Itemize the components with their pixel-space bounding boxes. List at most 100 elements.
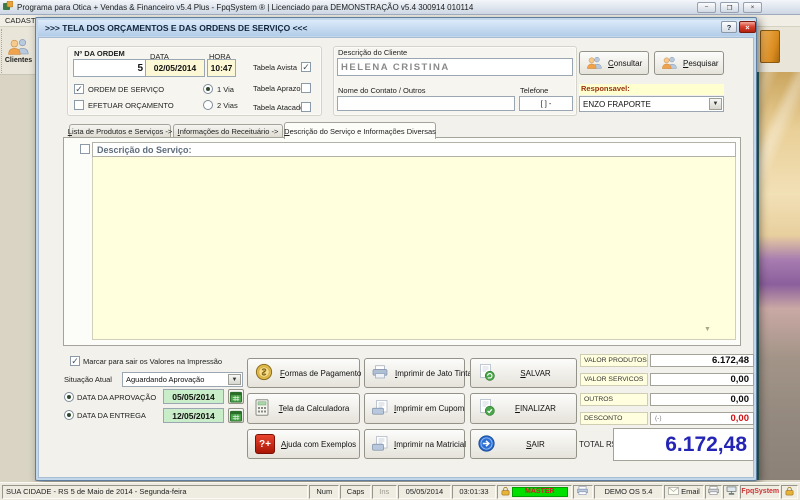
entrega-radio[interactable] bbox=[64, 410, 74, 420]
formas-pagamento-button[interactable]: Formas de Pagamento bbox=[247, 358, 360, 388]
finalizar-button[interactable]: FINALIZAR bbox=[470, 393, 577, 424]
tab-produtos[interactable]: Lista de Produtos e Serviços -> bbox=[69, 124, 171, 138]
statusbar-email[interactable]: Email bbox=[664, 485, 704, 499]
phone-field[interactable]: [ ] - bbox=[519, 96, 573, 111]
service-description-checkbox[interactable] bbox=[80, 144, 90, 154]
sair-label: SAIR bbox=[501, 440, 576, 449]
statusbar-lock[interactable] bbox=[781, 485, 798, 499]
service-description-textarea[interactable] bbox=[92, 157, 736, 340]
via1-radio[interactable] bbox=[203, 84, 213, 94]
valor-servicos-field: 0,00 bbox=[650, 373, 754, 386]
outros-field: 0,00 bbox=[650, 393, 754, 406]
dialog-close-button[interactable]: × bbox=[739, 21, 756, 33]
statusbar: SUA CIDADE - RS 5 de Maio de 2014 - Segu… bbox=[0, 482, 800, 500]
consultar-button[interactable]: Consultar bbox=[579, 51, 649, 75]
tela-calculadora-label: Tela da Calculadora bbox=[275, 404, 359, 413]
situacao-chevron-down-icon[interactable]: ▼ bbox=[228, 374, 241, 385]
window-restore-button[interactable]: ❐ bbox=[720, 2, 739, 13]
desconto-value: 0,00 bbox=[731, 413, 750, 424]
statusbar-location: SUA CIDADE - RS 5 de Maio de 2014 - Segu… bbox=[2, 485, 308, 499]
tela-calculadora-button[interactable]: Tela da Calculadora bbox=[247, 393, 360, 424]
ordem-servico-label: ORDEM DE SERVIÇO bbox=[88, 85, 164, 94]
textarea-scroll-arrow-icon[interactable]: ▼ bbox=[704, 326, 711, 333]
statusbar-print-status[interactable] bbox=[573, 485, 593, 499]
pesquisar-button[interactable]: Pesquisar bbox=[654, 51, 724, 75]
statusbar-network[interactable] bbox=[723, 485, 740, 499]
imprimir-cupom-button[interactable]: Imprimir em Cupom bbox=[364, 393, 465, 424]
desconto-minus-sign: (-) bbox=[655, 415, 662, 422]
clientes-label: Clientes bbox=[5, 57, 32, 64]
situacao-select[interactable]: Aguardando Aprovação ▼ bbox=[122, 372, 243, 387]
screen: CADASTRO Clientes Programa para Otica + … bbox=[0, 0, 800, 500]
print-status-icon bbox=[577, 486, 588, 497]
imprimir-matricial-label: Imprimir na Matricial bbox=[394, 440, 472, 449]
salvar-button[interactable]: SALVAR bbox=[470, 358, 577, 388]
efetuar-orcamento-label: EFETUAR ORÇAMENTO bbox=[88, 101, 174, 110]
via2-radio[interactable] bbox=[203, 100, 213, 110]
entrega-calendar-icon[interactable] bbox=[228, 408, 244, 423]
efetuar-orcamento-checkbox[interactable] bbox=[74, 100, 84, 110]
save-icon bbox=[478, 364, 495, 383]
formas-pagamento-label: Formas de Pagamento bbox=[280, 369, 367, 378]
aprovacao-radio[interactable] bbox=[64, 392, 74, 402]
window-close-button[interactable]: × bbox=[743, 2, 762, 13]
help-icon: ?+ bbox=[255, 434, 275, 454]
responsavel-value: ENZO FRAPORTE bbox=[583, 100, 651, 109]
statusbar-num: Num bbox=[309, 485, 339, 499]
imprimir-cupom-label: Imprimir em Cupom bbox=[394, 404, 470, 413]
entrega-date-field[interactable]: 12/05/2014 bbox=[163, 408, 224, 423]
tabela-aprazo-checkbox[interactable] bbox=[301, 83, 311, 93]
total-label: TOTAL R$ bbox=[579, 440, 616, 449]
coupon-printer-icon bbox=[372, 400, 388, 417]
entrega-label: DATA DA ENTREGA bbox=[77, 411, 146, 420]
ajuda-exemplos-label: Ajuda com Exemplos bbox=[281, 440, 362, 449]
statusbar-user-value: MASTER bbox=[512, 487, 568, 497]
client-name-field[interactable]: HELENA CRISTINA bbox=[337, 58, 573, 76]
email-envelope-icon bbox=[668, 487, 679, 497]
statusbar-printer[interactable] bbox=[705, 485, 722, 499]
gold-lock-icon bbox=[785, 486, 794, 498]
sair-button[interactable]: SAIR bbox=[470, 429, 577, 459]
dialog-titlebar[interactable]: >>> TELA DOS ORÇAMENTOS E DAS ORDENS DE … bbox=[38, 20, 754, 36]
order-number-field[interactable]: 5 bbox=[73, 59, 147, 77]
service-order-dialog: >>> TELA DOS ORÇAMENTOS E DAS ORDENS DE … bbox=[35, 17, 757, 481]
pesquisar-label: Pesquisar bbox=[683, 59, 725, 68]
finalize-check-icon bbox=[478, 399, 495, 418]
situacao-value: Aguardando Aprovação bbox=[126, 375, 204, 384]
marcar-valores-label: Marcar para sair os Valores na Impressão bbox=[83, 357, 222, 366]
order-date-field[interactable]: 02/05/2014 bbox=[145, 59, 205, 77]
toolbar-clientes-button[interactable]: Clientes bbox=[1, 29, 35, 73]
desconto-field: (-) 0,00 bbox=[650, 412, 754, 425]
via2-label: 2 Vias bbox=[217, 101, 238, 110]
dialog-help-button[interactable]: ? bbox=[721, 21, 737, 33]
salvar-label: SALVAR bbox=[501, 369, 576, 378]
imprimir-matricial-button[interactable]: Imprimir na Matricial bbox=[364, 429, 465, 459]
tabela-avista-checkbox[interactable]: ✓ bbox=[301, 62, 311, 72]
client-description-label: Descrição do Cliente bbox=[338, 48, 407, 57]
ajuda-exemplos-button[interactable]: ?+ Ajuda com Exemplos bbox=[247, 429, 360, 459]
order-time-field[interactable]: 10:47 bbox=[207, 59, 236, 77]
tab-receituario[interactable]: Informações do Receituário -> bbox=[173, 124, 283, 138]
valor-produtos-label: VALOR PRODUTOS bbox=[580, 354, 648, 367]
aprovacao-calendar-icon[interactable] bbox=[228, 389, 244, 404]
tab-descricao-servico[interactable]: Descrição do Serviço e Informações Diver… bbox=[284, 122, 436, 139]
ordem-servico-checkbox[interactable]: ✓ bbox=[74, 84, 84, 94]
matrix-printer-icon bbox=[372, 436, 388, 453]
exit-door-icon[interactable] bbox=[760, 30, 780, 63]
consultar-label: Consultar bbox=[608, 59, 648, 68]
imprimir-jato-button[interactable]: Imprimir de Jato Tinta bbox=[364, 358, 465, 388]
contact-field[interactable] bbox=[337, 96, 515, 111]
responsavel-chevron-down-icon[interactable]: ▼ bbox=[709, 98, 722, 110]
tabela-atacado-label: Tabela Atacado bbox=[253, 103, 304, 112]
desconto-label: DESCONTO bbox=[580, 412, 648, 425]
responsavel-select[interactable]: ENZO FRAPORTE ▼ bbox=[579, 96, 724, 112]
outros-label: OUTROS bbox=[580, 393, 648, 406]
clientes-people-icon bbox=[8, 38, 30, 57]
main-titlebar: Programa para Otica + Vendas & Financeir… bbox=[0, 0, 800, 15]
marcar-valores-checkbox[interactable]: ✓ bbox=[70, 356, 80, 366]
aprovacao-date-field[interactable]: 05/05/2014 bbox=[163, 389, 224, 404]
window-minimize-button[interactable]: − bbox=[697, 2, 716, 13]
calculator-icon bbox=[255, 399, 269, 418]
tabela-atacado-checkbox[interactable] bbox=[301, 102, 311, 112]
responsavel-label: Responsavel: bbox=[579, 84, 724, 95]
